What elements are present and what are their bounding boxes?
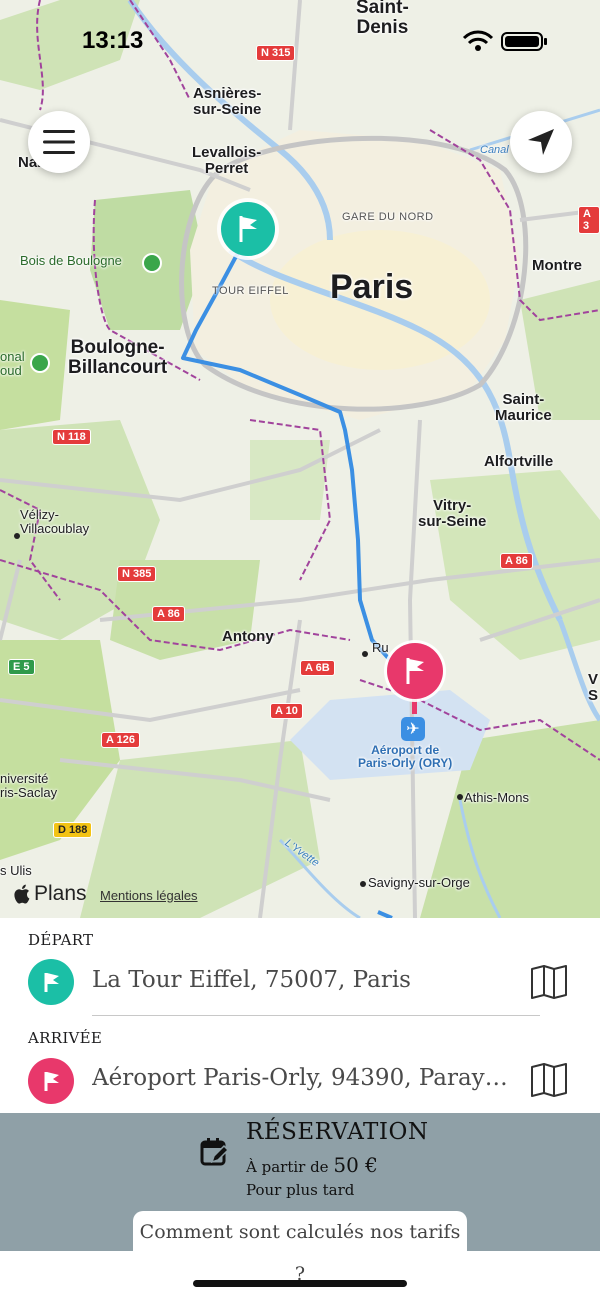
park-icon bbox=[30, 353, 50, 373]
place-velizy: Vélizy- Villacoublay bbox=[20, 507, 90, 536]
booking-price: À partir de 50 € bbox=[246, 1153, 378, 1177]
calendar-edit-icon bbox=[200, 1138, 228, 1166]
place-dot bbox=[457, 794, 463, 800]
locate-me-button[interactable] bbox=[510, 111, 572, 173]
place-orly-airport: Aéroport de Paris-Orly (ORY) bbox=[358, 743, 453, 770]
road-badge-a86-left: A 86 bbox=[152, 606, 185, 622]
place-alfortville: Alfortville bbox=[484, 453, 554, 470]
map-view[interactable]: Saint- Denis Asnières- sur-Seine Levallo… bbox=[0, 0, 600, 918]
flag-marker-icon bbox=[384, 640, 446, 714]
departure-marker[interactable] bbox=[215, 196, 281, 274]
departure-address: La Tour Eiffel, 75007, Paris bbox=[92, 967, 411, 993]
place-bois-de-boulogne: Bois de Boulogne bbox=[20, 253, 122, 268]
road-badge-n385: N 385 bbox=[117, 566, 157, 582]
location-arrow-icon bbox=[528, 129, 554, 155]
arrival-label: ARRIVÉE bbox=[28, 1029, 103, 1047]
maps-brand: Plans bbox=[34, 882, 87, 905]
place-athis-mons: Athis-Mons bbox=[464, 790, 530, 805]
wifi-icon bbox=[462, 30, 494, 51]
road-badge-e5: E 5 bbox=[8, 659, 35, 675]
place-right-edge: V S bbox=[588, 671, 599, 704]
booking-panel[interactable]: RÉSERVATION À partir de 50 € Pour plus t… bbox=[0, 1113, 600, 1285]
place-dot bbox=[14, 533, 20, 539]
book-icon[interactable] bbox=[530, 1063, 568, 1097]
departure-flag-icon bbox=[28, 959, 74, 1005]
arrival-marker[interactable] bbox=[382, 638, 448, 720]
road-badge-a6b: A 6B bbox=[300, 660, 335, 676]
place-dot bbox=[362, 651, 368, 657]
place-national: onal oud bbox=[0, 349, 25, 378]
place-gare-du-nord: GARE DU NORD bbox=[342, 211, 434, 223]
road-badge-n315: N 315 bbox=[256, 45, 296, 61]
road-badge-d188: D 188 bbox=[53, 822, 93, 838]
place-paris: Paris bbox=[330, 268, 414, 306]
arrival-flag-icon bbox=[28, 1058, 74, 1104]
battery-icon bbox=[501, 32, 547, 51]
departure-row[interactable]: La Tour Eiffel, 75007, Paris bbox=[0, 954, 600, 1010]
place-asnieres: Asnières- sur-Seine bbox=[193, 85, 262, 118]
arrival-row[interactable]: Aéroport Paris-Orly, 94390, Paray-Vieill… bbox=[0, 1052, 600, 1108]
place-saint-denis: Saint- Denis bbox=[356, 0, 409, 38]
park-icon bbox=[142, 253, 162, 273]
place-savigny: Savigny-sur-Orge bbox=[368, 875, 470, 890]
place-antony: Antony bbox=[222, 628, 274, 645]
road-badge-n118: N 118 bbox=[52, 429, 91, 445]
place-vitry: Vitry- sur-Seine bbox=[418, 497, 487, 530]
place-montreuil: Montre bbox=[532, 257, 582, 274]
booking-title: RÉSERVATION bbox=[246, 1119, 429, 1145]
road-badge-a86-right: A 86 bbox=[500, 553, 533, 569]
place-boulogne: Boulogne- Billancourt bbox=[68, 337, 168, 378]
price-prefix: À partir de bbox=[246, 1158, 329, 1176]
place-dot bbox=[360, 881, 366, 887]
place-levallois: Levallois- Perret bbox=[192, 144, 262, 177]
road-badge-a126: A 126 bbox=[101, 732, 140, 748]
pricing-info-button[interactable]: Comment sont calculés nos tarifs ? bbox=[133, 1211, 467, 1285]
legal-notice-link[interactable]: Mentions légales bbox=[100, 888, 198, 903]
place-saint-maurice: Saint- Maurice bbox=[495, 391, 552, 424]
price-amount: 50 € bbox=[333, 1153, 378, 1177]
status-time: 13:13 bbox=[82, 27, 144, 54]
menu-button[interactable] bbox=[28, 111, 90, 173]
home-indicator bbox=[193, 1280, 407, 1287]
airport-icon: ✈ bbox=[401, 717, 425, 741]
maps-attribution: Plans bbox=[14, 882, 87, 906]
status-icons bbox=[462, 30, 547, 51]
departure-label: DÉPART bbox=[28, 931, 94, 949]
place-les-ulis: s Ulis bbox=[0, 863, 32, 878]
address-divider bbox=[92, 1015, 540, 1016]
place-universite: niversité ris-Saclay bbox=[0, 771, 58, 800]
water-canal: Canal bbox=[480, 144, 509, 156]
trip-sheet: DÉPART La Tour Eiffel, 75007, Paris ARRI… bbox=[0, 918, 600, 1300]
menu-icon bbox=[43, 130, 75, 154]
apple-logo-icon bbox=[14, 884, 30, 904]
arrival-address: Aéroport Paris-Orly, 94390, Paray-Vieill… bbox=[92, 1065, 512, 1091]
place-tour-eiffel: TOUR EIFFEL bbox=[212, 285, 289, 297]
road-badge-a3: A 3 bbox=[578, 206, 600, 234]
road-badge-a10: A 10 bbox=[270, 703, 303, 719]
book-icon[interactable] bbox=[530, 965, 568, 999]
booking-schedule: Pour plus tard bbox=[246, 1181, 355, 1199]
flag-marker-icon bbox=[217, 198, 279, 260]
